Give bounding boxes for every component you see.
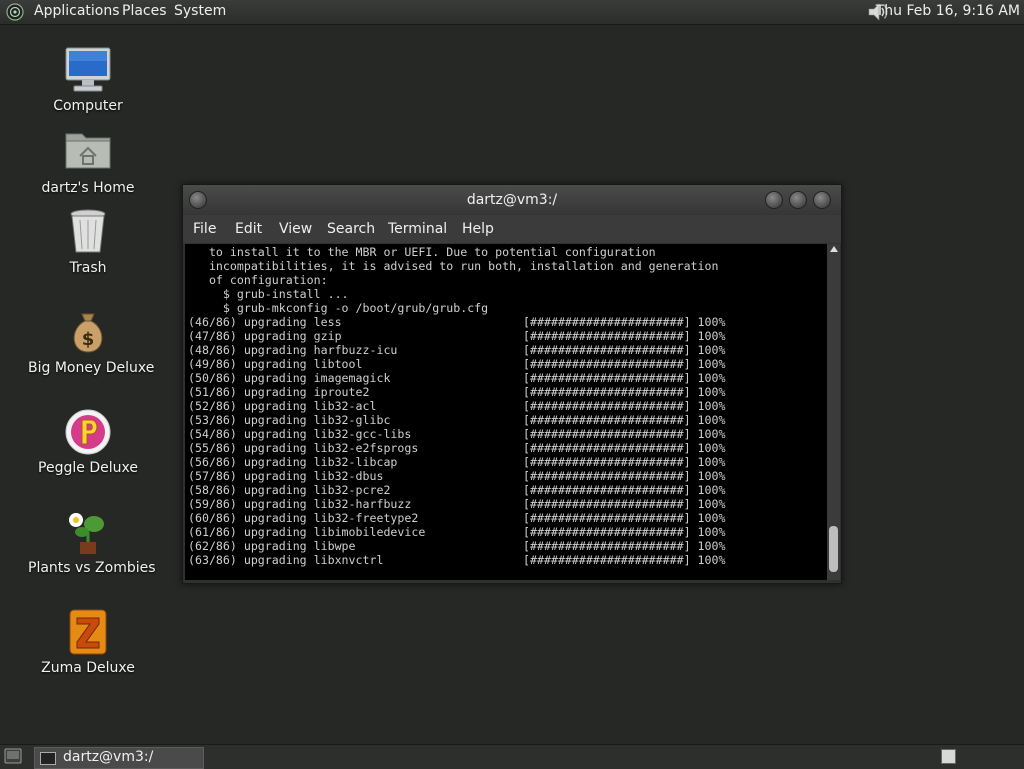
window-title: dartz@vm3:/ xyxy=(466,192,558,208)
taskbar-button-label: dartz@vm3:/ xyxy=(63,749,154,765)
home-folder-icon xyxy=(65,133,111,169)
desktop-icon-label: Peggle Deluxe xyxy=(38,460,138,476)
peggle-icon xyxy=(65,409,111,455)
desktop-icon-home[interactable]: dartz's Home xyxy=(28,128,148,196)
desktop-icon-computer[interactable]: Computer xyxy=(28,46,148,114)
applications-logo-icon[interactable] xyxy=(6,3,24,21)
scroll-up-arrow-icon[interactable] xyxy=(830,246,838,252)
clock[interactable]: Thu Feb 16, 9:16 AM xyxy=(876,3,1020,19)
menu-view[interactable]: View xyxy=(279,221,312,237)
money-bag-icon: $ xyxy=(73,313,103,353)
terminal-line: (55/86) upgrading lib32-e2fsprogs [#####… xyxy=(188,441,726,455)
plants-vs-zombies-icon xyxy=(69,513,104,554)
taskbar-terminal-button[interactable]: dartz@vm3:/ xyxy=(34,747,204,769)
zuma-icon xyxy=(69,609,107,655)
desktop-icon-zuma[interactable]: Zuma Deluxe xyxy=(28,608,148,676)
terminal-line: (60/86) upgrading lib32-freetype2 [#####… xyxy=(188,511,726,525)
terminal-menubar: File Edit View Search Terminal Help xyxy=(183,215,841,243)
terminal-line: (47/86) upgrading gzip [################… xyxy=(188,329,726,343)
terminal-line: (58/86) upgrading lib32-pcre2 [#########… xyxy=(188,483,726,497)
menu-places[interactable]: Places xyxy=(122,3,167,19)
window-menu-button[interactable] xyxy=(189,191,207,209)
terminal-line: (54/86) upgrading lib32-gcc-libs [######… xyxy=(188,427,726,441)
workspace-switcher[interactable] xyxy=(941,749,956,764)
terminal-line: $ grub-install ... xyxy=(188,287,349,301)
computer-icon xyxy=(65,47,111,92)
trash-icon xyxy=(70,209,106,253)
terminal-output[interactable]: to install it to the MBR or UEFI. Due to… xyxy=(185,244,827,580)
menu-system[interactable]: System xyxy=(174,3,226,19)
terminal-text: to install it to the MBR or UEFI. Due to… xyxy=(188,245,725,567)
desktop-icon-peggle[interactable]: Peggle Deluxe xyxy=(28,408,148,476)
terminal-line: (51/86) upgrading iproute2 [############… xyxy=(188,385,726,399)
svg-text:$: $ xyxy=(82,329,95,350)
desktop-icon-label: Zuma Deluxe xyxy=(41,660,135,676)
terminal-line: (61/86) upgrading libimobiledevice [####… xyxy=(188,525,726,539)
bottom-panel: dartz@vm3:/ xyxy=(0,744,1024,769)
window-titlebar[interactable]: dartz@vm3:/ xyxy=(183,185,841,215)
terminal-line: (56/86) upgrading lib32-libcap [########… xyxy=(188,455,726,469)
menu-search[interactable]: Search xyxy=(327,221,375,237)
top-panel: Applications Places System Thu Feb 16, 9… xyxy=(0,0,1024,25)
menu-terminal[interactable]: Terminal xyxy=(388,221,447,237)
close-button[interactable] xyxy=(813,191,831,209)
terminal-scrollbar[interactable] xyxy=(827,244,840,580)
menu-edit[interactable]: Edit xyxy=(235,221,262,237)
terminal-line: incompatibilities, it is advised to run … xyxy=(188,259,719,273)
show-desktop-icon[interactable] xyxy=(4,748,22,764)
minimize-button[interactable] xyxy=(765,191,783,209)
desktop-icon-label: dartz's Home xyxy=(41,180,135,196)
terminal-line: (53/86) upgrading lib32-glibc [#########… xyxy=(188,413,726,427)
maximize-button[interactable] xyxy=(789,191,807,209)
terminal-line: (62/86) upgrading libwpe [##############… xyxy=(188,539,726,553)
terminal-line: $ grub-mkconfig -o /boot/grub/grub.cfg xyxy=(188,301,489,315)
desktop-icon-label: Big Money Deluxe xyxy=(28,360,155,376)
scrollbar-thumb[interactable] xyxy=(829,526,838,572)
terminal-line: (63/86) upgrading libxnvctrl [##########… xyxy=(188,553,726,567)
desktop-icon-label: Computer xyxy=(53,98,123,114)
terminal-line: of configuration: xyxy=(188,273,328,287)
desktop-icon-plants-vs-zombies[interactable]: Plants vs Zombies xyxy=(28,508,156,576)
menu-applications[interactable]: Applications xyxy=(34,3,120,19)
terminal-line: (46/86) upgrading less [################… xyxy=(188,315,726,329)
menu-help[interactable]: Help xyxy=(462,221,494,237)
terminal-line: (48/86) upgrading harfbuzz-icu [########… xyxy=(188,343,726,357)
desktop-icon-trash[interactable]: Trash xyxy=(28,208,148,276)
terminal-window[interactable]: dartz@vm3:/ File Edit View Search Termin… xyxy=(182,184,842,584)
desktop-icon-label: Trash xyxy=(69,260,107,276)
terminal-icon xyxy=(40,752,56,765)
desktop-icon-big-money[interactable]: $ Big Money Deluxe xyxy=(28,308,155,376)
menu-file[interactable]: File xyxy=(193,221,216,237)
terminal-line: (49/86) upgrading libtool [#############… xyxy=(188,357,726,371)
terminal-line: (50/86) upgrading imagemagick [#########… xyxy=(188,371,726,385)
terminal-line: (52/86) upgrading lib32-acl [###########… xyxy=(188,399,726,413)
terminal-line: (57/86) upgrading lib32-dbus [##########… xyxy=(188,469,726,483)
terminal-line: to install it to the MBR or UEFI. Due to… xyxy=(188,245,656,259)
terminal-line: (59/86) upgrading lib32-harfbuzz [######… xyxy=(188,497,726,511)
desktop-icon-label: Plants vs Zombies xyxy=(28,560,156,576)
